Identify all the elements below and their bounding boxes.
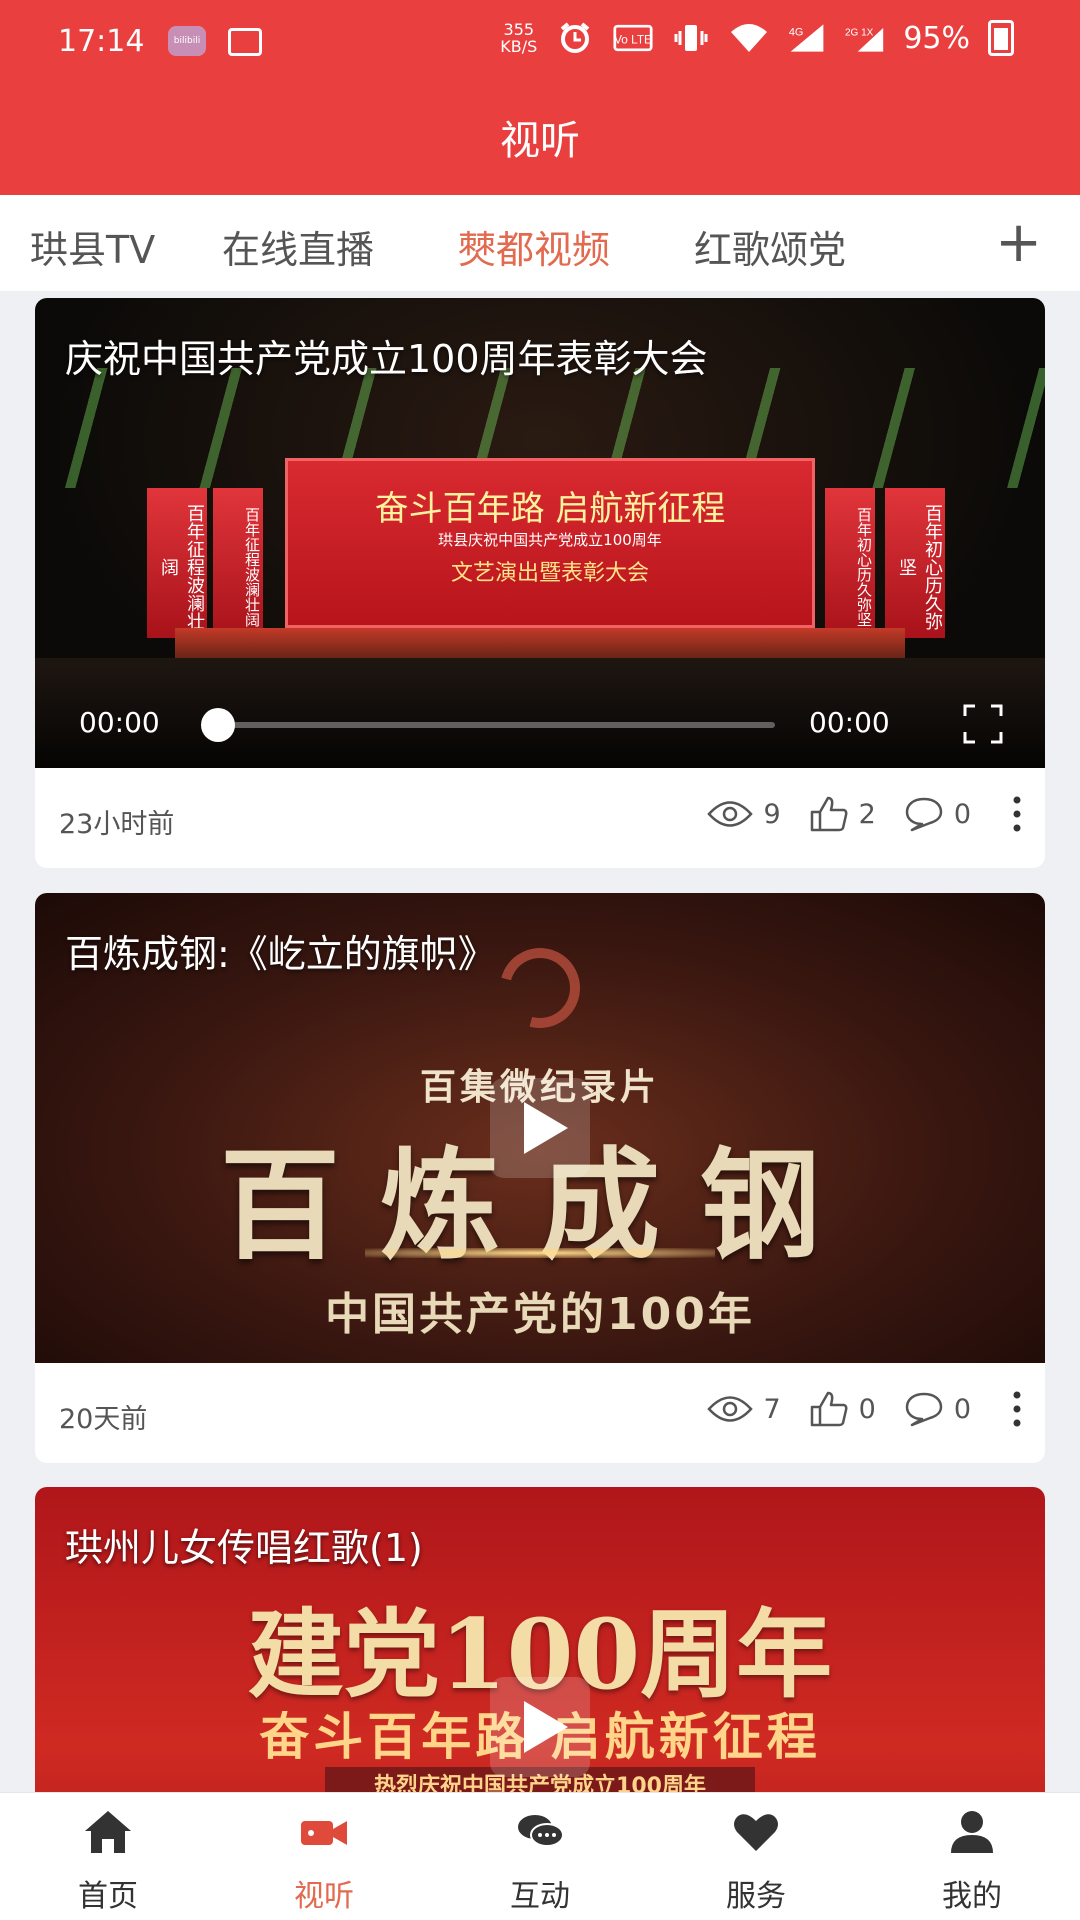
- right-banner-2: 百年初心历久弥坚: [825, 488, 875, 638]
- nav-home[interactable]: 首页: [28, 1807, 188, 1915]
- tab-red-songs[interactable]: 红歌颂党: [694, 219, 846, 274]
- seek-thumb[interactable]: [201, 708, 235, 742]
- channel-tabs: 珙县TV 在线直播 僰都视频 红歌颂党 +: [0, 195, 1080, 291]
- nav-service-label: 服务: [726, 1879, 786, 1914]
- likes-count: 0: [858, 1393, 876, 1425]
- volte-label: Vo LTE: [614, 32, 652, 46]
- comment-button[interactable]: 0: [904, 796, 971, 832]
- network-speed: 355 KB/S: [500, 21, 537, 55]
- eye-icon: [707, 801, 754, 827]
- likes-count: 2: [858, 798, 876, 830]
- nav-interact-label: 互动: [510, 1879, 570, 1914]
- thumbs-up-icon: [810, 796, 848, 832]
- fullscreen-icon[interactable]: [963, 704, 1003, 744]
- status-time: 17:14: [58, 24, 145, 59]
- views-count: 9: [763, 798, 781, 830]
- video-title: 珙州儿女传唱红歌(1): [65, 1526, 423, 1570]
- video-title: 庆祝中国共产党成立100周年表彰大会: [65, 337, 708, 381]
- stage-screen-headline: 奋斗百年路 启航新征程: [374, 489, 726, 529]
- more-options-icon[interactable]: [1007, 794, 1027, 834]
- tab-live[interactable]: 在线直播: [222, 219, 374, 274]
- comments-count: 0: [953, 798, 971, 830]
- stage-screen: 奋斗百年路 启航新征程 珙县庆祝中国共产党成立100周年 文艺演出暨表彰大会: [285, 458, 815, 628]
- net-speed-unit: KB/S: [500, 37, 538, 56]
- tab-budu-video[interactable]: 僰都视频: [458, 219, 610, 274]
- user-icon: [951, 1811, 993, 1853]
- battery-percent: 95%: [903, 20, 970, 56]
- network-2g-label: 2G 1X: [845, 27, 874, 38]
- comment-icon: [905, 1392, 943, 1427]
- alarm-clock-icon: [555, 22, 595, 54]
- comment-icon: [905, 797, 943, 832]
- frame-bottom-text: 中国共产党的100年: [325, 1289, 755, 1340]
- left-banner: 百年征程波澜壮阔: [147, 488, 207, 638]
- wifi-icon: [729, 22, 769, 54]
- top-bar: 17:14 bilibili 355 KB/S Vo LTE 4G 2G 1X …: [0, 0, 1080, 195]
- battery-icon: [988, 20, 1014, 56]
- publish-time: 20天前: [59, 1404, 148, 1435]
- video-card: 百年征程波澜壮阔 百年征程波澜壮阔 奋斗百年路 启航新征程 珙县庆祝中国共产党成…: [35, 298, 1045, 868]
- like-button[interactable]: 2: [809, 796, 876, 832]
- nav-home-label: 首页: [78, 1879, 138, 1914]
- views-stat: 9: [707, 798, 781, 830]
- bilibili-app-icon: bilibili: [168, 26, 206, 56]
- home-icon: [85, 1811, 131, 1853]
- video-camera-icon: [301, 1821, 347, 1845]
- right-banner: 百年初心历久弥坚: [885, 488, 945, 638]
- duration: 00:00: [809, 706, 890, 739]
- publish-time: 23小时前: [59, 809, 175, 840]
- video-card: 百集微纪录片 百炼成钢 中国共产党的100年 百炼成钢:《屹立的旗帜》 20天前…: [35, 893, 1045, 1463]
- views-stat: 7: [707, 1393, 781, 1425]
- seek-bar[interactable]: [215, 722, 775, 728]
- video-meta: 23小时前 9 2 0: [35, 768, 1045, 868]
- play-icon[interactable]: [490, 1677, 590, 1777]
- eye-icon: [707, 1396, 754, 1422]
- player-controls: 00:00 00:00: [35, 678, 1045, 768]
- play-icon[interactable]: [490, 1078, 590, 1178]
- hammer-sickle-emblem: [485, 933, 595, 1043]
- video-stats: 9 2 0: [691, 794, 1027, 834]
- add-channel-plus-icon[interactable]: +: [995, 215, 1042, 271]
- chat-icon: [518, 1815, 564, 1847]
- signal-2g-icon: 2G 1X: [845, 22, 885, 54]
- video-player[interactable]: 百年征程波澜壮阔 百年征程波澜壮阔 奋斗百年路 启航新征程 珙县庆祝中国共产党成…: [35, 298, 1045, 768]
- image-notification-icon: [228, 28, 262, 56]
- like-button[interactable]: 0: [809, 1391, 876, 1427]
- tab-gongxian-tv[interactable]: 珙县TV: [30, 219, 155, 274]
- video-stats: 7 0 0: [691, 1389, 1027, 1429]
- nav-media-label: 视听: [294, 1879, 354, 1914]
- volte-icon: Vo LTE: [613, 22, 653, 54]
- thumbs-up-icon: [810, 1391, 848, 1427]
- vibrate-icon: [671, 22, 711, 54]
- video-thumbnail[interactable]: 百集微纪录片 百炼成钢 中国共产党的100年 百炼成钢:《屹立的旗帜》: [35, 893, 1045, 1363]
- video-title: 百炼成钢:《屹立的旗帜》: [65, 932, 496, 976]
- net-speed-value: 355: [503, 20, 535, 39]
- left-banner-2: 百年征程波澜壮阔: [213, 488, 263, 638]
- nav-service[interactable]: 服务: [676, 1807, 836, 1915]
- nav-media[interactable]: 视听: [244, 1807, 404, 1915]
- page-title: 视听: [500, 118, 580, 164]
- network-4g-label: 4G: [789, 26, 804, 38]
- more-options-icon[interactable]: [1007, 1389, 1027, 1429]
- views-count: 7: [763, 1393, 781, 1425]
- comments-count: 0: [953, 1393, 971, 1425]
- current-time: 00:00: [79, 706, 160, 739]
- frame-glow: [365, 1248, 715, 1258]
- nav-interact[interactable]: 互动: [460, 1807, 620, 1915]
- heart-icon: [734, 1814, 778, 1851]
- bottom-navigation: 首页 视听 互动 服务 我的: [0, 1792, 1080, 1920]
- nav-mine[interactable]: 我的: [892, 1807, 1052, 1915]
- comment-button[interactable]: 0: [904, 1391, 971, 1427]
- status-indicators: 355 KB/S Vo LTE 4G 2G 1X 95%: [500, 20, 1014, 56]
- nav-mine-label: 我的: [942, 1879, 1002, 1914]
- stage-screen-subtitle: 珙县庆祝中国共产党成立100周年: [438, 531, 662, 549]
- stage-screen-line3: 文艺演出暨表彰大会: [450, 561, 649, 586]
- status-bar: 17:14 bilibili 355 KB/S Vo LTE 4G 2G 1X …: [0, 0, 1080, 86]
- video-meta: 20天前 7 0 0: [35, 1363, 1045, 1463]
- signal-4g-icon: 4G: [787, 22, 827, 54]
